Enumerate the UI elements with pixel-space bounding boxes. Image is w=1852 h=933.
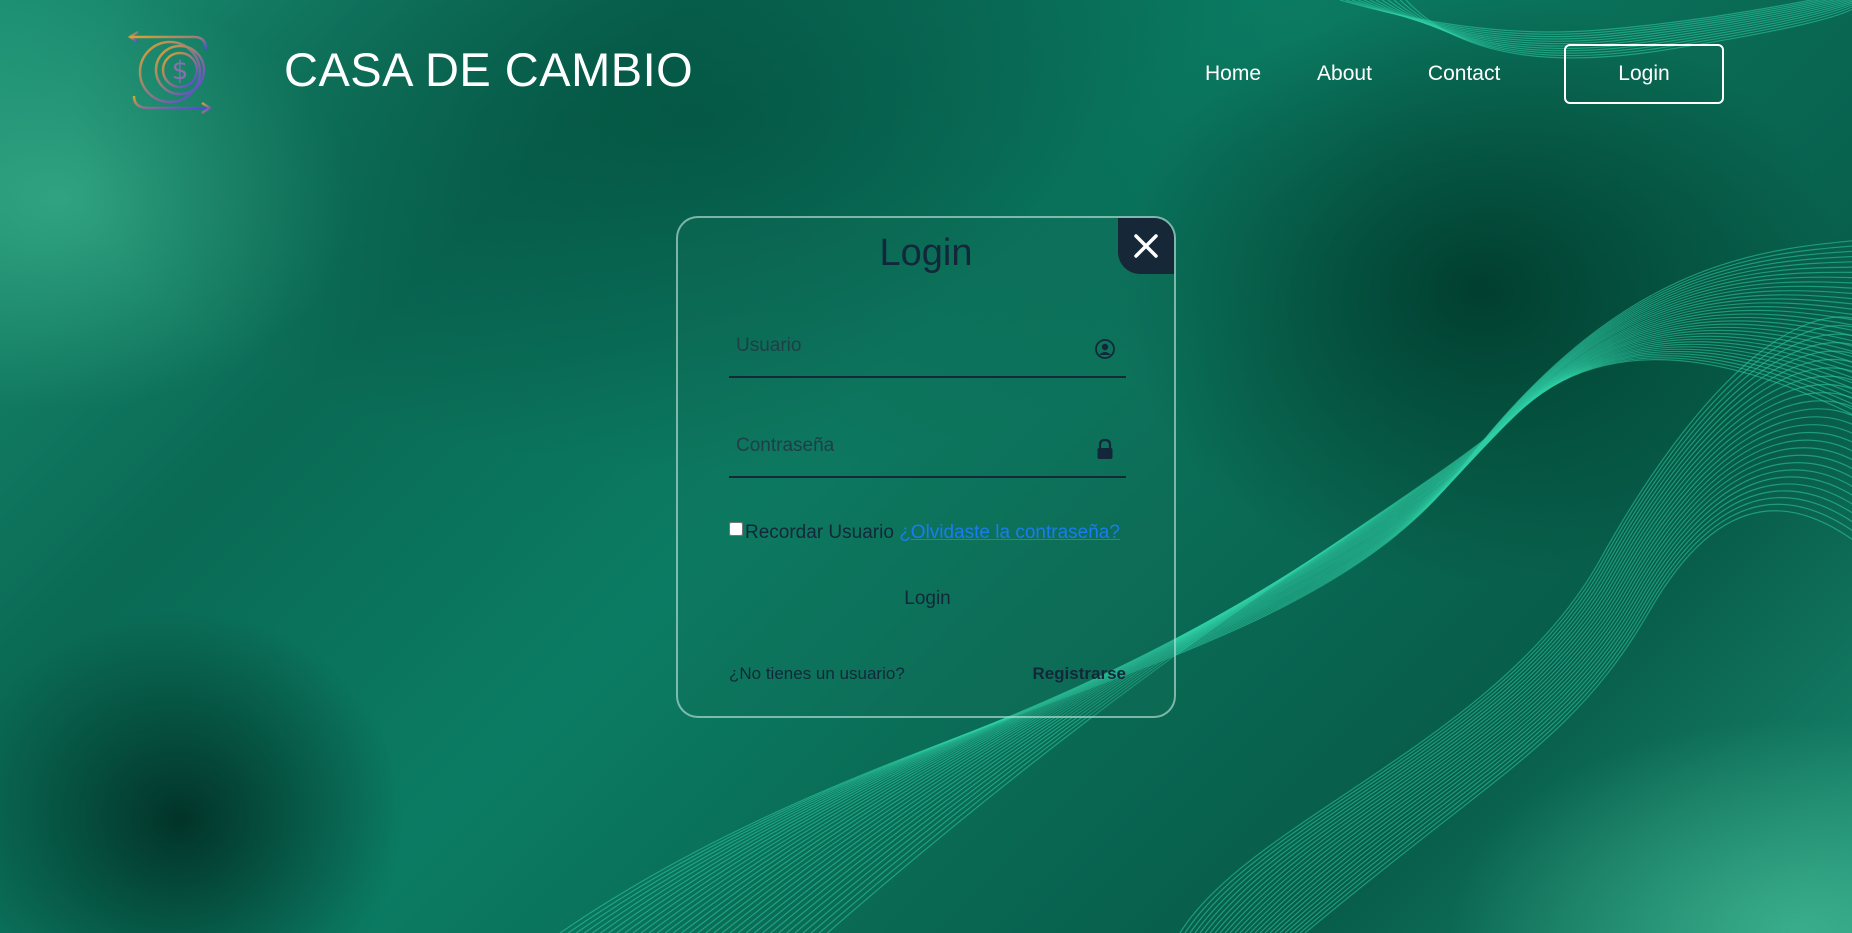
wave-line xyxy=(1269,462,1852,933)
wave-line xyxy=(1351,0,1830,38)
modal-title: Login xyxy=(879,232,973,274)
wave-line xyxy=(1259,447,1852,933)
wave-line xyxy=(1254,439,1852,933)
wave-line xyxy=(1194,342,1852,933)
forgot-password-link[interactable]: ¿Olvidaste la contraseña? xyxy=(899,522,1120,543)
wave-line xyxy=(1219,383,1852,933)
user-icon xyxy=(1095,339,1115,359)
nav-login-button[interactable]: Login xyxy=(1564,44,1724,104)
wave-line xyxy=(1189,333,1852,933)
wave-line xyxy=(1299,503,1852,933)
svg-text:$: $ xyxy=(172,56,189,86)
login-modal: Login Recordar Usuario ¿Olvidaste la con… xyxy=(676,216,1176,718)
password-field-wrapper xyxy=(729,418,1126,478)
no-account-text: ¿No tienes un usuario? xyxy=(729,664,905,683)
wave-line xyxy=(1339,0,1815,33)
lock-icon xyxy=(1097,438,1113,459)
main-nav: Home About Contact xyxy=(1190,44,1556,104)
wave-line xyxy=(1381,0,1852,49)
nav-about-link[interactable]: About xyxy=(1317,44,1372,104)
wave-line xyxy=(1229,400,1852,933)
wave-line xyxy=(1184,325,1852,933)
wave-line xyxy=(1239,416,1852,933)
login-submit-button[interactable]: Login xyxy=(729,582,1126,616)
wave-line xyxy=(1209,367,1852,933)
wave-line xyxy=(1264,454,1852,933)
remember-row: Recordar Usuario ¿Olvidaste la contraseñ… xyxy=(729,518,1129,548)
wave-line xyxy=(1204,358,1852,933)
username-input[interactable] xyxy=(729,318,1078,374)
brand-title: CASA DE CAMBIO xyxy=(284,43,694,96)
wave-line xyxy=(1199,350,1852,933)
wave-line xyxy=(1214,375,1852,933)
wave-line xyxy=(1234,408,1852,933)
wave-line xyxy=(1284,483,1852,933)
wave-line xyxy=(1363,0,1843,42)
wave-line xyxy=(1345,0,1822,35)
remember-label: Recordar Usuario xyxy=(745,522,894,543)
password-input[interactable] xyxy=(729,418,1078,474)
wave-line xyxy=(1179,316,1852,933)
register-link[interactable]: Registrarse xyxy=(1032,664,1126,684)
remember-checkbox[interactable] xyxy=(729,522,743,536)
wave-line xyxy=(1369,0,1849,45)
wave-line xyxy=(1249,431,1852,933)
nav-home-link[interactable]: Home xyxy=(1205,44,1261,104)
wave-line xyxy=(1294,497,1852,933)
wave-line xyxy=(1274,469,1852,933)
register-row: ¿No tienes un usuario? Registrarse xyxy=(729,664,1126,684)
wave-line xyxy=(1244,424,1852,933)
wave-line xyxy=(1304,510,1852,933)
wave-line xyxy=(1289,490,1852,933)
wave-line xyxy=(1224,392,1852,933)
wave-line xyxy=(1357,0,1837,40)
nav-contact-link[interactable]: Contact xyxy=(1428,44,1500,104)
wave-line xyxy=(1375,0,1852,47)
logo-icon: $ xyxy=(126,26,214,115)
username-field-wrapper xyxy=(729,318,1126,378)
wave-line xyxy=(1279,476,1852,933)
